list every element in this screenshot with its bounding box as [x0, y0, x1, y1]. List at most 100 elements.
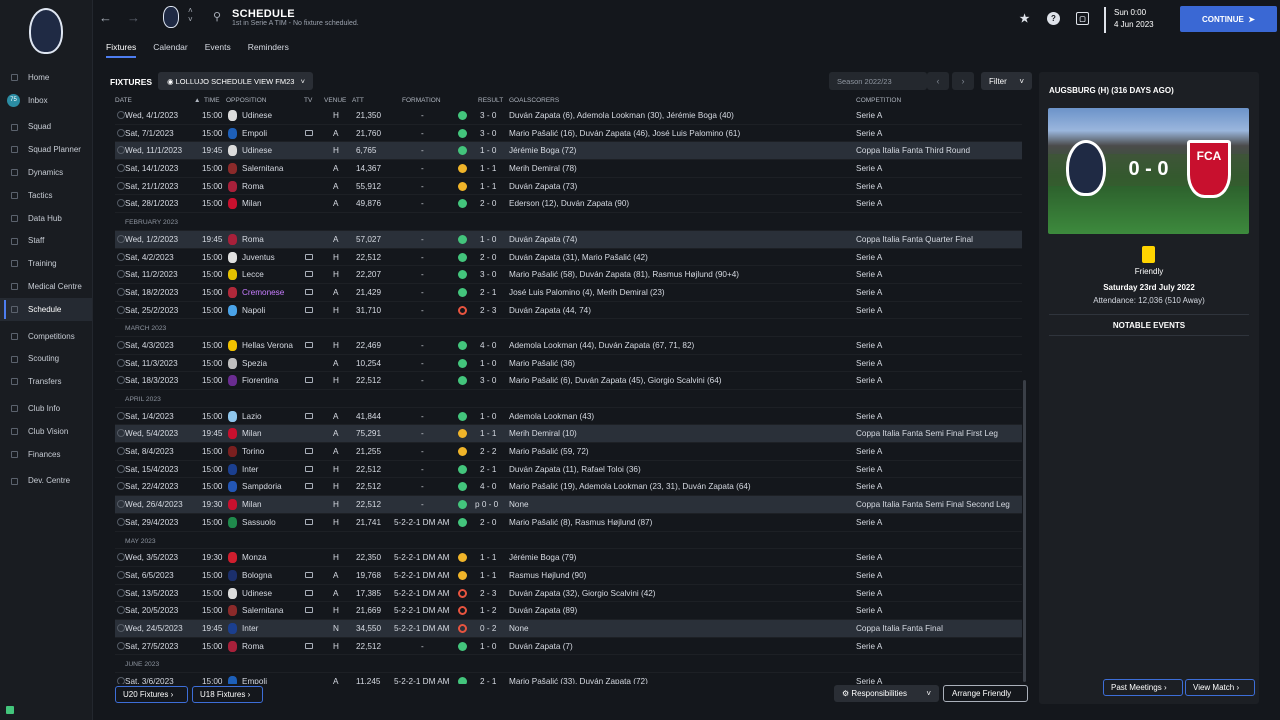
fixture-score[interactable]: 3 - 0 [480, 111, 496, 120]
fixture-competition[interactable]: Serie A [856, 482, 882, 491]
fixture-select-icon[interactable] [117, 252, 125, 261]
fixture-score[interactable]: 2 - 0 [480, 199, 496, 208]
fixture-score[interactable]: 1 - 2 [480, 606, 496, 615]
fixture-row[interactable]: Sat, 4/3/2023 15:00 Hellas Verona H 22,469 - 4… [115, 337, 1022, 355]
fixture-select-icon[interactable] [117, 340, 125, 349]
fixture-competition[interactable]: Serie A [856, 111, 882, 120]
fixture-select-icon[interactable] [117, 411, 125, 420]
fixture-select-icon[interactable] [117, 447, 125, 456]
fixture-competition[interactable]: Serie A [856, 606, 882, 615]
fixture-select-icon[interactable] [117, 287, 125, 296]
fixture-score[interactable]: 2 - 3 [480, 589, 496, 598]
fixture-competition[interactable]: Serie A [856, 341, 882, 350]
back-arrow-icon[interactable]: ← [99, 10, 112, 25]
fixture-row[interactable]: Sat, 3/6/2023 15:00 Empoli A 11,245 5-2-2-1 D… [115, 673, 1022, 684]
sidebar-item-scouting[interactable]: Scouting [0, 348, 92, 371]
fixture-select-icon[interactable] [117, 464, 125, 473]
fixture-select-icon[interactable] [117, 181, 125, 190]
col-opposition[interactable]: OPPOSITION [226, 97, 266, 104]
opponent-name[interactable]: Napoli [242, 306, 265, 315]
sidebar-item-dev-centre[interactable]: Dev. Centre [0, 470, 92, 493]
fixture-competition[interactable]: Serie A [856, 553, 882, 562]
sidebar-item-inbox[interactable]: 75 Inbox [0, 89, 92, 112]
fixture-score[interactable]: 1 - 0 [480, 235, 496, 244]
fixture-row[interactable]: Wed, 11/1/2023 19:45 Udinese H 6,765 - 1 - 0 Jé… [115, 142, 1022, 161]
opponent-name[interactable]: Salernitana [242, 164, 283, 173]
opponent-name[interactable]: Sassuolo [242, 518, 276, 527]
fixture-score[interactable]: 2 - 2 [480, 447, 496, 456]
fixture-select-icon[interactable] [117, 553, 125, 562]
fixture-score[interactable]: 2 - 3 [480, 306, 496, 315]
fixture-row[interactable]: Sat, 7/1/2023 15:00 Empoli A 21,760 - 3 - 0 Mar… [115, 125, 1022, 143]
chevron-updown-icon[interactable]: ˄ ˅ [188, 6, 193, 24]
sidebar-item-training[interactable]: Training [0, 252, 92, 275]
fixture-select-icon[interactable] [117, 234, 125, 243]
fixture-select-icon[interactable] [117, 164, 125, 173]
arrange-friendly-button[interactable]: Arrange Friendly [943, 685, 1028, 702]
fixture-select-icon[interactable] [117, 623, 125, 632]
fixture-row[interactable]: Wed, 3/5/2023 19:30 Monza H 22,350 5-2-2-1 DM… [115, 549, 1022, 567]
fixture-score[interactable]: 1 - 0 [480, 146, 496, 155]
opponent-name[interactable]: Juventus [242, 253, 275, 262]
fixture-score[interactable]: 1 - 1 [480, 164, 496, 173]
fixture-row[interactable]: Sat, 21/1/2023 15:00 Roma A 55,912 - 1 - 1 Duvá… [115, 178, 1022, 196]
tab-fixtures[interactable]: Fixtures [106, 42, 137, 58]
opponent-name[interactable]: Udinese [242, 111, 272, 120]
fixture-competition[interactable]: Coppa Italia Fanta Final [856, 624, 943, 633]
fixture-row[interactable]: Wed, 26/4/2023 19:30 Milan H 22,512 - p 0 - 0 N… [115, 496, 1022, 514]
fixture-competition[interactable]: Serie A [856, 199, 882, 208]
col-tv[interactable]: TV [304, 97, 312, 104]
opponent-name[interactable]: Fiorentina [242, 376, 278, 385]
sidebar-item-data-hub[interactable]: Data Hub [0, 207, 92, 230]
fixture-competition[interactable]: Coppa Italia Fanta Semi Final Second Leg [856, 500, 1010, 509]
fixture-competition[interactable]: Serie A [856, 589, 882, 598]
fixture-row[interactable]: Sat, 8/4/2023 15:00 Torino A 21,255 - 2 - 2 Mar… [115, 443, 1022, 461]
forward-arrow-icon[interactable]: → [127, 10, 140, 25]
fixture-select-icon[interactable] [117, 641, 125, 650]
fixture-competition[interactable]: Serie A [856, 376, 882, 385]
opponent-name[interactable]: Spezia [242, 359, 267, 368]
opponent-name[interactable]: Udinese [242, 146, 272, 155]
sidebar-item-club-info[interactable]: Club Info [0, 397, 92, 420]
fixture-competition[interactable]: Serie A [856, 677, 882, 684]
tab-reminders[interactable]: Reminders [248, 42, 289, 58]
col-att[interactable]: ATT [352, 97, 364, 104]
fixture-competition[interactable]: Serie A [856, 412, 882, 421]
fixture-competition[interactable]: Serie A [856, 518, 882, 527]
fixture-row[interactable]: Sat, 20/5/2023 15:00 Salernitana H 21,669 5-2… [115, 602, 1022, 620]
opponent-name[interactable]: Inter [242, 624, 258, 633]
opponent-name[interactable]: Torino [242, 447, 264, 456]
fixture-row[interactable]: Sat, 28/1/2023 15:00 Milan A 49,876 - 2 - 0 Ede… [115, 195, 1022, 214]
fixture-row[interactable]: Sat, 22/4/2023 15:00 Sampdoria H 22,512 - 4 - … [115, 478, 1022, 497]
fixture-select-icon[interactable] [117, 128, 125, 137]
club-crest-small-icon[interactable] [163, 6, 179, 28]
continue-button[interactable]: CONTINUE ➤ [1180, 6, 1277, 32]
fixture-select-icon[interactable] [117, 517, 125, 526]
fixture-select-icon[interactable] [117, 429, 125, 438]
fixture-competition[interactable]: Serie A [856, 182, 882, 191]
fixture-row[interactable]: Sat, 6/5/2023 15:00 Bologna A 19,768 5-2-2-1 … [115, 567, 1022, 585]
fixture-competition[interactable]: Serie A [856, 642, 882, 651]
fixture-competition[interactable]: Coppa Italia Fanta Quarter Final [856, 235, 973, 244]
fixture-select-icon[interactable] [117, 482, 125, 491]
fixture-score[interactable]: 2 - 0 [480, 518, 496, 527]
fixture-row[interactable]: Sat, 15/4/2023 15:00 Inter H 22,512 - 2 - 1 Duv… [115, 461, 1022, 479]
fixture-score[interactable]: 2 - 1 [480, 465, 496, 474]
col-date[interactable]: DATE [115, 97, 132, 104]
fixture-row[interactable]: Sat, 14/1/2023 15:00 Salernitana A 14,367 - 1 … [115, 160, 1022, 178]
scrollbar[interactable] [1023, 380, 1026, 682]
fixture-select-icon[interactable] [117, 677, 125, 684]
sidebar-item-competitions[interactable]: Competitions [0, 325, 92, 348]
fixture-row[interactable]: Sat, 11/2/2023 15:00 Lecce H 22,207 - 3 - 0 Mar… [115, 266, 1022, 284]
sidebar-item-schedule[interactable]: Schedule [0, 297, 92, 321]
fixture-select-icon[interactable] [117, 111, 125, 119]
fixture-score[interactable]: 0 - 2 [480, 624, 496, 633]
fixture-score[interactable]: 2 - 0 [480, 253, 496, 262]
fixture-score[interactable]: 3 - 0 [480, 129, 496, 138]
fixture-select-icon[interactable] [117, 588, 125, 597]
fixture-score[interactable]: 2 - 1 [480, 677, 496, 684]
fixture-row[interactable]: Wed, 4/1/2023 15:00 Udinese H 21,350 - 3 - 0 Du… [115, 107, 1022, 125]
opponent-name[interactable]: Milan [242, 500, 262, 509]
fixture-competition[interactable]: Serie A [856, 164, 882, 173]
fixture-competition[interactable]: Serie A [856, 306, 882, 315]
